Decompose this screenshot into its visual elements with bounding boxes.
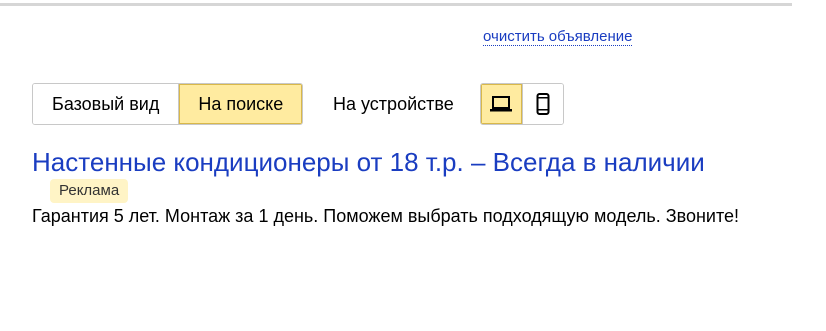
ad-badge: Реклама: [50, 179, 129, 203]
ad-title-link[interactable]: Настенные кондиционеры от 18 т.р. – Всег…: [32, 146, 705, 178]
tab-on-search[interactable]: На поиске: [178, 84, 303, 124]
device-switch: [480, 83, 564, 125]
device-label: На устройстве: [333, 94, 454, 114]
tab-basic-view[interactable]: Базовый вид: [33, 84, 179, 124]
mobile-device-button[interactable]: [521, 84, 563, 124]
ad-description: Гарантия 5 лет. Монтаж за 1 день. Поможе…: [32, 206, 740, 226]
view-switch: Базовый вид На поиске: [32, 83, 304, 125]
laptop-icon: [490, 96, 513, 112]
desktop-device-button[interactable]: [481, 84, 522, 124]
clear-ad-link[interactable]: очистить объявление: [483, 28, 633, 46]
phone-icon: [536, 93, 550, 115]
top-divider: [0, 3, 792, 6]
